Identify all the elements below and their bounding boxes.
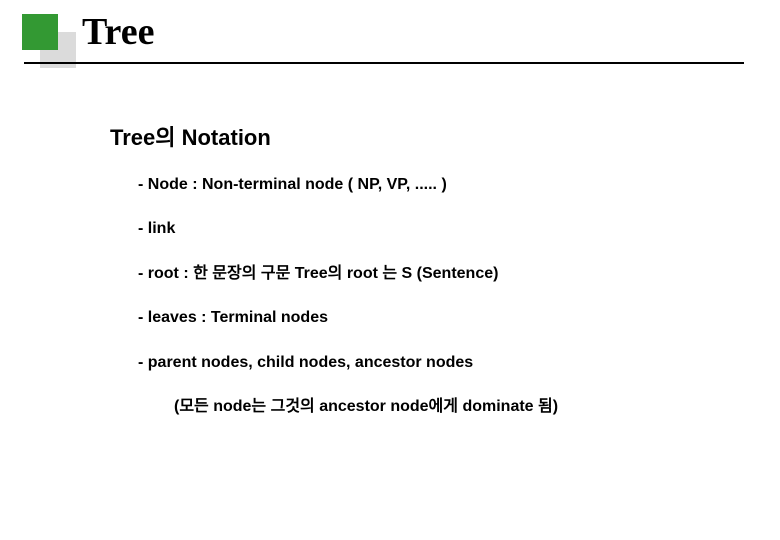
bullet-icon <box>22 14 58 50</box>
list-item: - Node : Non-terminal node ( NP, VP, ...… <box>138 174 710 196</box>
page-title: Tree <box>82 10 154 54</box>
list-item: - leaves : Terminal nodes <box>138 307 710 329</box>
slide: Tree Tree의 Notation - Node : Non-termina… <box>0 0 780 540</box>
section-subtitle: Tree의 Notation <box>110 120 710 152</box>
list-item: - root : 한 문장의 구문 Tree의 root 는 S (Senten… <box>138 263 710 285</box>
content-area: Tree의 Notation - Node : Non-terminal nod… <box>110 120 710 416</box>
list-item: - parent nodes, child nodes, ancestor no… <box>138 352 710 374</box>
list-item: - link <box>138 218 710 240</box>
title-row: Tree <box>0 0 780 76</box>
title-underline <box>24 62 744 64</box>
list-subitem: (모든 node는 그것의 ancestor node에게 dominate 됨… <box>174 392 710 416</box>
